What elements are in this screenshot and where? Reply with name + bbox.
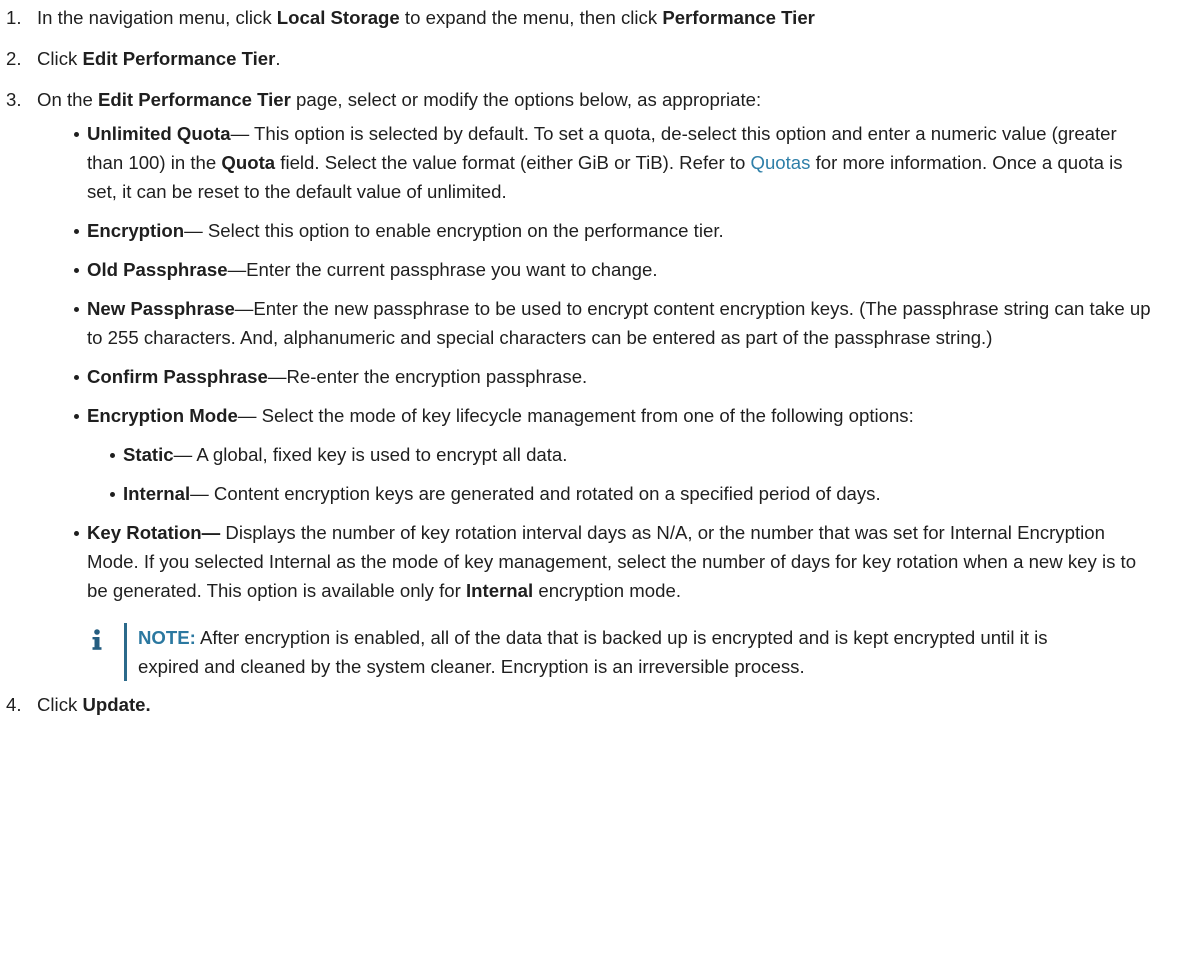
option-text: — Select the mode of key lifecycle manag… [237, 405, 914, 426]
ui-term-update: Update. [82, 694, 151, 715]
ui-term-local-storage: Local Storage [276, 7, 400, 28]
option-confirm-passphrase: Confirm Passphrase—Re-enter the encrypti… [74, 362, 1184, 391]
ui-term-quota: Quota [221, 152, 276, 173]
step-3: 3. On the Edit Performance Tier page, se… [0, 85, 1184, 114]
step-number: 4. [6, 694, 22, 715]
ui-term-edit-performance-tier: Edit Performance Tier [82, 48, 276, 69]
option-text: —Enter the new passphrase to be used to … [87, 298, 1151, 348]
option-term: Encryption [87, 220, 185, 241]
procedure-steps-continued: 4. Click Update. [0, 690, 1184, 719]
step-text-pre: Click [37, 48, 83, 69]
option-text: field. Select the value format (either G… [275, 152, 751, 173]
option-text: —Enter the current passphrase you want t… [227, 259, 658, 280]
step-text: In the navigation menu, click Local Stor… [37, 3, 1184, 32]
option-term: Key Rotation— [87, 522, 221, 543]
option-new-passphrase: New Passphrase—Enter the new passphrase … [74, 294, 1184, 352]
step-text-pre: In the navigation menu, click [37, 7, 277, 28]
options-list: Unlimited Quota— This option is selected… [0, 119, 1184, 681]
option-encryption-mode: Encryption Mode— Select the mode of key … [74, 401, 1184, 508]
step-text-mid: to expand the menu, then click [399, 7, 663, 28]
ui-term-edit-performance-tier: Edit Performance Tier [97, 89, 291, 110]
option-term: Confirm Passphrase [87, 366, 268, 387]
step-number: 1. [6, 7, 22, 28]
step-2: 2. Click Edit Performance Tier. [0, 44, 1184, 73]
mode-internal: Internal— Content encryption keys are ge… [110, 479, 1154, 508]
option-term: Encryption Mode [87, 405, 238, 426]
mode-static: Static— A global, fixed key is used to e… [110, 440, 1154, 469]
info-icon [87, 623, 124, 681]
info-icon-glyph [92, 629, 102, 650]
ui-term-internal: Internal [466, 580, 534, 601]
step-number: 3. [6, 89, 22, 110]
option-text: encryption mode. [533, 580, 681, 601]
option-key-rotation: Key Rotation— Displays the number of key… [74, 518, 1184, 681]
option-term: New Passphrase [87, 298, 235, 319]
note-text: After encryption is enabled, all of the … [138, 627, 1048, 677]
encryption-mode-options: Static— A global, fixed key is used to e… [87, 440, 1154, 508]
option-term: Old Passphrase [87, 259, 228, 280]
note-label: NOTE: [138, 627, 196, 648]
step-text: Click Edit Performance Tier. [37, 44, 1184, 73]
option-term: Internal [123, 483, 191, 504]
note-callout: NOTE: After encryption is enabled, all o… [87, 623, 1154, 681]
step-text-post: page, select or modify the options below… [290, 89, 762, 110]
option-unlimited-quota: Unlimited Quota— This option is selected… [74, 119, 1184, 206]
ui-term-performance-tier: Performance Tier [662, 7, 815, 28]
option-text: — A global, fixed key is used to encrypt… [173, 444, 568, 465]
option-encryption: Encryption— Select this option to enable… [74, 216, 1184, 245]
step-number: 2. [6, 48, 22, 69]
step-text-post: . [275, 48, 281, 69]
option-text: —Re-enter the encryption passphrase. [267, 366, 588, 387]
quotas-link[interactable]: Quotas [750, 152, 810, 173]
step-text-pre: Click [37, 694, 83, 715]
option-text: — Select this option to enable encryptio… [184, 220, 724, 241]
procedure-document: 1. In the navigation menu, click Local S… [0, 3, 1184, 719]
option-text: — Content encryption keys are generated … [190, 483, 881, 504]
step-4: 4. Click Update. [0, 690, 1184, 719]
option-term: Static [123, 444, 174, 465]
step-text: Click Update. [37, 690, 1184, 719]
procedure-steps: 1. In the navigation menu, click Local S… [0, 3, 1184, 114]
step-1: 1. In the navigation menu, click Local S… [0, 3, 1184, 32]
option-old-passphrase: Old Passphrase—Enter the current passphr… [74, 255, 1184, 284]
note-body: NOTE: After encryption is enabled, all o… [124, 623, 1084, 681]
option-term: Unlimited Quota [87, 123, 231, 144]
step-text-pre: On the [37, 89, 98, 110]
step-text: On the Edit Performance Tier page, selec… [37, 85, 1184, 114]
